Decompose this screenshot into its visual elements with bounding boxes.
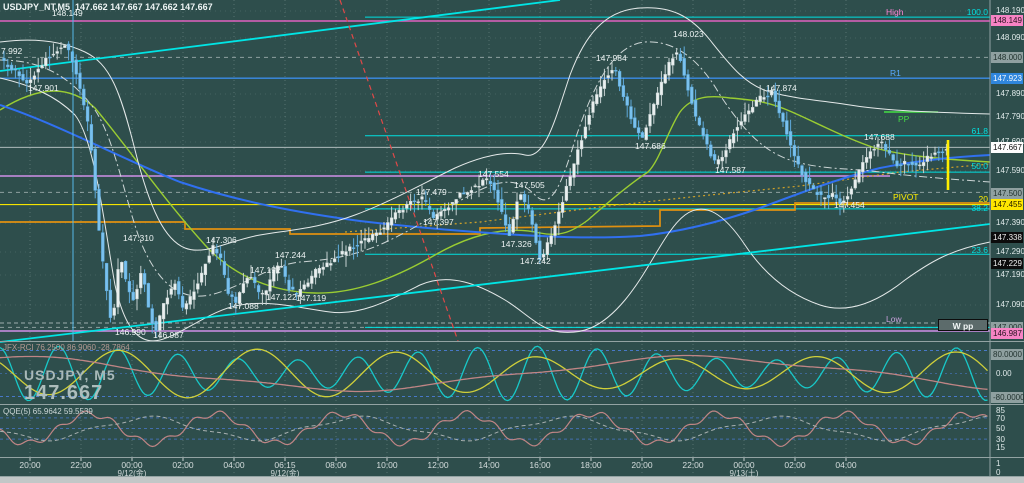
- price-axis-badge: 147.667: [991, 142, 1023, 153]
- level-label-low: Low: [886, 314, 902, 324]
- candle-price-label: 146.987: [153, 331, 184, 340]
- price-axis-label: 70: [996, 414, 1005, 423]
- level-label-high: High: [886, 7, 903, 17]
- level-label-100-0: 100.0: [928, 7, 988, 17]
- time-axis-label: 02:00: [172, 460, 193, 470]
- candle-price-label: 147.454: [834, 201, 865, 210]
- candle-price-label: 147.874: [766, 84, 797, 93]
- candle-price-label: 147.686: [635, 142, 666, 151]
- time-axis-label: 02:00: [784, 460, 805, 470]
- price-axis-label: 1: [996, 459, 1000, 468]
- price-axis-label: 147.790: [996, 112, 1024, 121]
- ohlc-readout: 147.662 147.667 147.662 147.667: [75, 2, 213, 12]
- candle-price-label: 147.088: [228, 302, 259, 311]
- candle-price-label: 147.587: [715, 166, 746, 175]
- price-axis-badge: 147.923: [991, 73, 1023, 84]
- price-axis-label: 147.290: [996, 247, 1024, 256]
- watermark-price: 147.667: [24, 382, 103, 405]
- candle-price-label: 147.244: [275, 251, 306, 260]
- price-axis-label: 147.190: [996, 270, 1024, 279]
- price-axis-label: 50: [996, 424, 1005, 433]
- candle-price-label: 147.688: [864, 133, 895, 142]
- level-label-61-8: 61.8: [928, 126, 988, 136]
- level-label-r1: R1: [890, 68, 901, 78]
- price-axis-badge: 146.987: [991, 328, 1023, 339]
- price-axis-label: 147.390: [996, 218, 1024, 227]
- candle-price-label: 147.119: [296, 294, 326, 303]
- candle-price-label: 147.554: [478, 170, 509, 179]
- price-axis-badge: 147.338: [991, 232, 1023, 243]
- watermark-symbol: USDJPY, M5: [24, 367, 116, 383]
- candle-price-label: 147.306: [206, 236, 237, 245]
- chart-title: USDJPY_NT,M5 147.662 147.667 147.662 147…: [3, 2, 213, 12]
- time-axis-label: 18:00: [580, 460, 601, 470]
- level-label-pivot: PIVOT: [893, 192, 919, 202]
- candle-price-label: 147.326: [501, 240, 532, 249]
- candle-price-label: 7.992: [1, 47, 22, 56]
- price-axis-label: 147.590: [996, 166, 1024, 175]
- time-axis-label: 20:00: [19, 460, 40, 470]
- price-axis-label: 15: [996, 443, 1005, 452]
- price-axis-badge: 80.0000: [991, 349, 1023, 360]
- time-axis-label: 14:00: [478, 460, 499, 470]
- price-axis-label: 147.890: [996, 89, 1024, 98]
- candle-price-label: 147.901: [28, 84, 59, 93]
- level-label-23-6: 23.6: [928, 245, 988, 255]
- candle-price-label: 147.122: [266, 293, 297, 302]
- time-axis-label: 22:00: [70, 460, 91, 470]
- weekly-pivot-badge: W pp: [938, 319, 988, 331]
- time-axis-label: 04:00: [223, 460, 244, 470]
- price-axis-badge: 148.149: [991, 15, 1023, 26]
- candle-price-label: 147.505: [514, 181, 545, 190]
- candle-price-label: 147.310: [123, 234, 154, 243]
- price-axis-label: 0: [996, 468, 1000, 477]
- price-axis-badge: 147.229: [991, 258, 1023, 269]
- candle-price-label: 147.192: [250, 266, 281, 275]
- time-axis-label: 12:00: [427, 460, 448, 470]
- time-axis-label: 08:00: [325, 460, 346, 470]
- time-axis-label: 16:00: [529, 460, 550, 470]
- level-label-50-0: 50.0: [928, 161, 988, 171]
- price-axis-label: 0.00: [996, 369, 1012, 378]
- price-axis-badge: 147.455: [991, 199, 1023, 210]
- candle-price-label: 147.479: [416, 188, 447, 197]
- price-axis-label: 148.190: [996, 6, 1024, 15]
- window-bottom-edge: [0, 477, 1024, 483]
- level-label-pp: PP: [898, 114, 909, 124]
- time-axis-label: 04:00: [835, 460, 856, 470]
- candle-price-label: 147.242: [520, 257, 551, 266]
- candle-price-label: 147.984: [596, 54, 627, 63]
- mt4-chart-window: USDJPY_NT,M5 147.662 147.667 147.662 147…: [0, 0, 1024, 483]
- candle-price-label: 148.149: [52, 9, 83, 18]
- price-axis-label: 147.090: [996, 300, 1024, 309]
- qqe-indicator-label: QQE(5) 65.9642 59.5539: [3, 407, 93, 416]
- time-axis-label: 10:00: [376, 460, 397, 470]
- rci-indicator-label: JFX-RCI 76.2500 86.9060 -28.7864: [3, 343, 130, 352]
- time-axis-label: 22:00: [682, 460, 703, 470]
- level-label-38-2: 38.2: [928, 203, 988, 213]
- candle-price-label: 147.397: [423, 218, 454, 227]
- price-axis-badge: 148.000: [991, 52, 1023, 63]
- candle-price-label: 148.023: [673, 30, 704, 39]
- time-axis-label: 20:00: [631, 460, 652, 470]
- candle-price-label: 146.990: [115, 328, 146, 337]
- price-axis-badge: -80.0000: [991, 392, 1023, 403]
- price-axis-badge: 147.500: [991, 188, 1023, 199]
- price-axis-label: 148.090: [996, 33, 1024, 42]
